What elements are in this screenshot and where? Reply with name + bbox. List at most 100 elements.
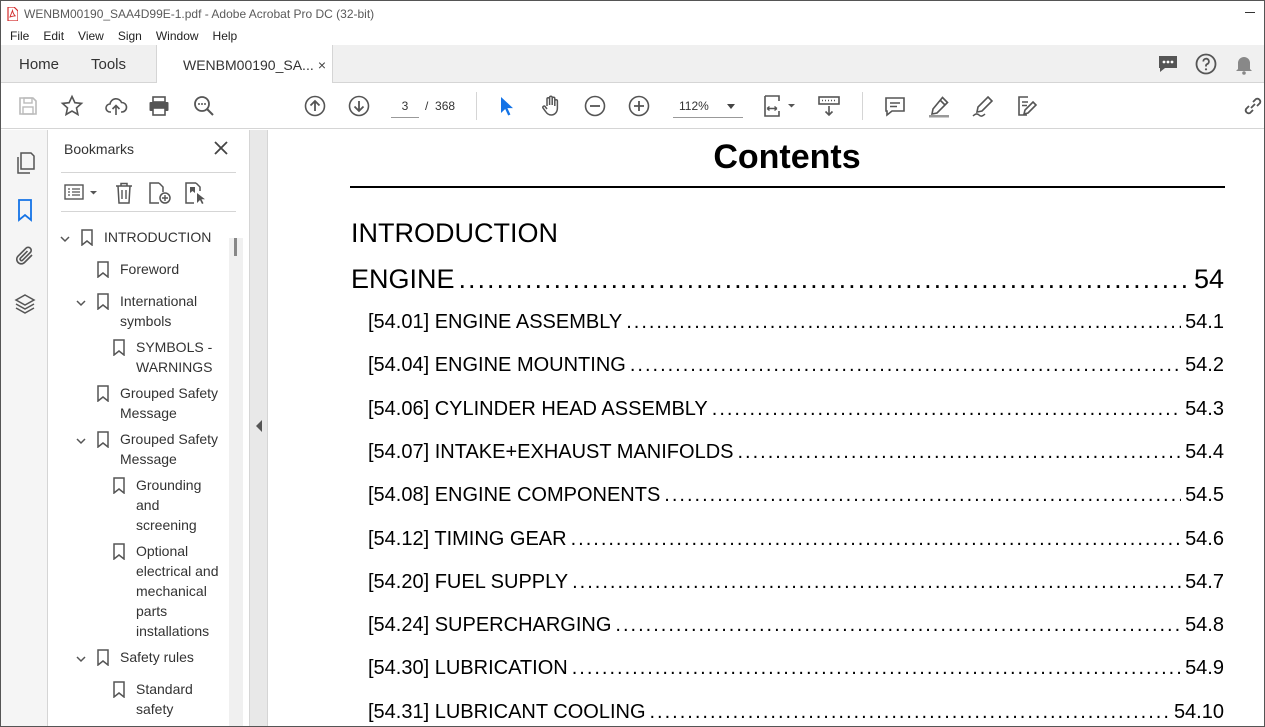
zoom-search-icon[interactable]: [192, 94, 216, 118]
bookmark-item[interactable]: Grounding and screening: [136, 475, 216, 535]
hand-tool-icon[interactable]: [539, 94, 563, 118]
bookmark-item[interactable]: Standard safety: [136, 679, 216, 719]
title-rule: [350, 186, 1225, 188]
select-arrow-icon[interactable]: [495, 94, 519, 118]
comment-bubble-icon[interactable]: [1156, 52, 1180, 79]
toc-leader: [626, 311, 1181, 334]
help-icon[interactable]: [1194, 52, 1218, 79]
toc-label: [54.31] LUBRICANT COOLING: [368, 701, 646, 723]
page-thumbnails-icon[interactable]: [13, 151, 37, 175]
toc-entry[interactable]: [54.30] LUBRICATION 54.9: [368, 657, 1224, 680]
toc-page-number: 54: [1193, 264, 1224, 294]
scroll-mode-icon[interactable]: [817, 94, 841, 118]
zoom-level-value: 112%: [679, 99, 709, 113]
close-panel-icon[interactable]: [213, 140, 229, 156]
toc-page-number: 54.4: [1185, 441, 1224, 463]
zoom-level-select[interactable]: 112%: [673, 94, 743, 118]
previous-page-icon[interactable]: [303, 94, 327, 118]
bookmark-icon: [97, 385, 109, 403]
minimize-button[interactable]: [1244, 6, 1256, 18]
tab-tools[interactable]: Tools: [91, 45, 126, 83]
chevron-down-icon[interactable]: [76, 435, 86, 445]
tab-home[interactable]: Home: [19, 45, 59, 83]
bookmark-icon: [81, 229, 93, 247]
toc-leader: [650, 701, 1170, 724]
chevron-down-icon[interactable]: [76, 653, 86, 663]
page-title: Contents: [713, 138, 861, 176]
toc-page-number: 54.1: [1185, 311, 1224, 333]
bookmark-item[interactable]: Foreword: [120, 259, 230, 279]
toc-label: [54.20] FUEL SUPPLY: [368, 571, 569, 593]
menu-view[interactable]: View: [78, 29, 104, 43]
toc-label: ENGINE: [351, 264, 455, 294]
toc-leader: [615, 614, 1181, 637]
bookmark-options-icon[interactable]: [64, 182, 100, 207]
toc-page-number: 54.5: [1185, 484, 1224, 506]
toc-entry[interactable]: [54.01] ENGINE ASSEMBLY 54.1: [368, 311, 1224, 334]
menu-help[interactable]: Help: [213, 29, 238, 43]
upload-cloud-icon[interactable]: [104, 94, 128, 118]
bookmark-properties-icon[interactable]: [183, 181, 209, 208]
menu-edit[interactable]: Edit: [43, 29, 64, 43]
document-view[interactable]: Contents INTRODUCTION ENGINE 54 [54.01] …: [269, 130, 1264, 726]
acrobat-window: WENBM00190_SAA4D99E-1.pdf - Adobe Acroba…: [0, 0, 1265, 727]
draw-sign-icon[interactable]: [971, 94, 995, 118]
toc-label: [54.06] CYLINDER HEAD ASSEMBLY: [368, 398, 708, 420]
page-total: / 368: [425, 94, 455, 118]
bookmark-item[interactable]: Grouped Safety Message: [120, 429, 228, 469]
bookmark-item[interactable]: INTRODUCTION: [104, 227, 224, 247]
bookmark-icon: [97, 649, 109, 667]
toc-entry[interactable]: [54.08] ENGINE COMPONENTS 54.5: [368, 484, 1224, 507]
edit-pdf-icon[interactable]: [1014, 94, 1038, 118]
navigation-rail: [1, 130, 48, 726]
page-number-input[interactable]: 3: [391, 94, 419, 118]
total-pages: 368: [435, 99, 456, 113]
zoom-in-icon[interactable]: [627, 94, 651, 118]
chevron-down-icon[interactable]: [76, 297, 86, 307]
toc-label: [54.04] ENGINE MOUNTING: [368, 354, 626, 376]
save-icon[interactable]: [16, 94, 40, 118]
bookmark-icon: [97, 293, 109, 311]
close-tab-icon[interactable]: ×: [318, 57, 326, 73]
toc-page-number: 54.7: [1185, 571, 1224, 593]
bookmark-item[interactable]: Optional electrical and mechanical parts…: [136, 541, 228, 641]
print-icon[interactable]: [147, 94, 171, 118]
attachment-paperclip-icon[interactable]: [13, 244, 37, 268]
panel-splitter[interactable]: [249, 130, 268, 726]
menu-file[interactable]: File: [10, 29, 29, 43]
bookmark-panel-icon[interactable]: [13, 198, 37, 222]
bookmarks-header: Bookmarks: [64, 141, 135, 157]
toc-entry[interactable]: [54.12] TIMING GEAR 54.6: [368, 528, 1224, 551]
menu-window[interactable]: Window: [156, 29, 199, 43]
layers-icon[interactable]: [13, 292, 37, 316]
toc-entry[interactable]: [54.07] INTAKE+EXHAUST MANIFOLDS 54.4: [368, 441, 1224, 464]
next-page-icon[interactable]: [347, 94, 371, 118]
toc-entry[interactable]: [54.04] ENGINE MOUNTING 54.2: [368, 354, 1224, 377]
comment-icon[interactable]: [883, 94, 907, 118]
zoom-out-icon[interactable]: [583, 94, 607, 118]
notification-bell-icon[interactable]: [1232, 52, 1256, 79]
toc-section-engine[interactable]: ENGINE 54: [351, 264, 1224, 295]
star-icon[interactable]: [60, 94, 84, 118]
toc-section-introduction[interactable]: INTRODUCTION: [351, 218, 558, 249]
toc-leader: [738, 441, 1182, 464]
chevron-down-icon[interactable]: [60, 233, 70, 243]
toc-page-number: 54.2: [1185, 354, 1224, 376]
highlight-pen-icon[interactable]: [927, 94, 951, 118]
bookmark-item[interactable]: SYMBOLS - WARNINGS: [136, 337, 220, 377]
bookmark-item[interactable]: Grouped Safety Message: [120, 383, 228, 423]
share-link-icon[interactable]: [1241, 94, 1264, 118]
new-bookmark-icon[interactable]: [147, 181, 173, 208]
delete-bookmark-icon[interactable]: [113, 181, 135, 208]
tab-document[interactable]: WENBM00190_SA... ×: [156, 45, 333, 84]
toc-entry[interactable]: [54.24] SUPERCHARGING 54.8: [368, 614, 1224, 637]
toc-label: [54.24] SUPERCHARGING: [368, 614, 612, 636]
toc-entry[interactable]: [54.31] LUBRICANT COOLING 54.10: [368, 701, 1224, 724]
bookmark-item[interactable]: Safety rules: [120, 647, 228, 667]
collapse-panel-arrow-icon[interactable]: [256, 420, 262, 432]
menu-sign[interactable]: Sign: [118, 29, 142, 43]
toc-entry[interactable]: [54.20] FUEL SUPPLY 54.7: [368, 571, 1224, 594]
fit-page-icon[interactable]: [763, 94, 797, 118]
toc-entry[interactable]: [54.06] CYLINDER HEAD ASSEMBLY 54.3: [368, 398, 1224, 421]
bookmark-item[interactable]: International symbols: [120, 291, 226, 331]
